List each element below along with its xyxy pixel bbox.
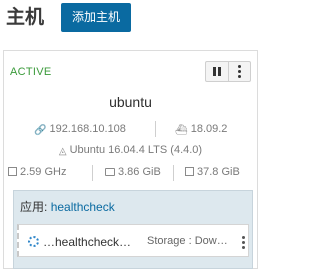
- host-actions: [205, 61, 251, 82]
- divider: [173, 165, 174, 181]
- host-ip: 🔗 192.168.10.108: [34, 123, 126, 136]
- stack-label: 应用:: [20, 200, 48, 214]
- host-cpu-value: 2.59 GHz: [20, 166, 67, 178]
- host-memory: 3.86 GiB: [105, 166, 161, 178]
- stack-panel: 应用: healthcheck …healthcheck… Storage : …: [13, 190, 253, 269]
- docker-version: ⛴ 18.09.2: [175, 123, 227, 136]
- stack-header: 应用: healthcheck: [14, 191, 252, 223]
- host-network-row: 🔗 192.168.10.108 ⛴ 18.09.2: [4, 121, 257, 137]
- stack-link[interactable]: healthcheck: [51, 200, 115, 214]
- more-vertical-icon: [237, 64, 241, 79]
- docker-icon: ⛴: [175, 125, 188, 136]
- service-image: Storage : Dow…: [147, 235, 228, 247]
- divider: [92, 165, 93, 181]
- add-host-button[interactable]: 添加主机: [61, 3, 132, 32]
- host-ip-value: 192.168.10.108: [49, 123, 126, 135]
- service-name[interactable]: …healthcheck…: [43, 235, 131, 249]
- pause-icon: [212, 63, 222, 81]
- page-header: 主机 添加主机: [0, 0, 261, 40]
- disk-icon: [185, 167, 194, 176]
- host-cpu: 2.59 GHz: [8, 166, 66, 178]
- os-icon: ◬: [58, 146, 67, 157]
- host-os-value: Ubuntu 16.04.4 LTS (4.4.0): [69, 144, 203, 156]
- host-memory-value: 3.86 GiB: [118, 166, 161, 178]
- host-menu-button[interactable]: [227, 62, 250, 81]
- host-os-row: ◬ Ubuntu 16.04.4 LTS (4.4.0): [4, 144, 257, 158]
- memory-icon: [105, 168, 115, 176]
- service-menu-button[interactable]: [239, 234, 247, 250]
- spinner-icon: [28, 236, 39, 247]
- host-state-badge: ACTIVE: [10, 66, 52, 78]
- host-name[interactable]: ubuntu: [4, 94, 257, 110]
- page-title: 主机: [6, 7, 45, 28]
- divider: [155, 121, 156, 137]
- pause-button[interactable]: [206, 62, 228, 81]
- docker-version-value: 18.09.2: [190, 123, 228, 135]
- service-item: …healthcheck… Storage : Dow…: [17, 224, 249, 257]
- host-card: ACTIVE ubuntu 🔗 192.168.10.108 ⛴ 18.09.2 ◬…: [3, 50, 258, 269]
- host-disk: 37.8 GiB: [185, 166, 240, 178]
- cpu-icon: [8, 167, 17, 176]
- link-icon: 🔗: [34, 125, 47, 136]
- host-resources-row: 2.59 GHz 3.86 GiB 37.8 GiB: [4, 165, 257, 182]
- host-disk-value: 37.8 GiB: [197, 166, 240, 178]
